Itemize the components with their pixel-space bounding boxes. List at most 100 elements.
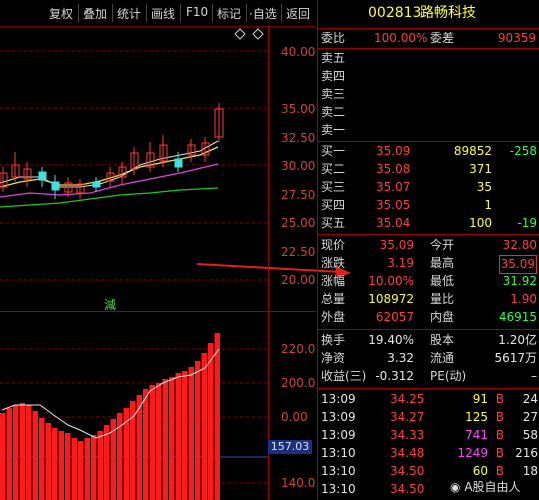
stat-row: 现价 35.09 今开 32.80 xyxy=(318,237,539,254)
tick-price: 34.50 xyxy=(390,464,425,478)
candlesticks xyxy=(0,103,224,199)
volume-bar xyxy=(143,389,149,500)
bid-price: 35.08 xyxy=(376,162,411,176)
volume-bar xyxy=(0,413,6,500)
fundamental-label: PE(动) xyxy=(430,369,467,383)
tick-volume: 125 xyxy=(465,410,488,424)
volume-bar xyxy=(45,423,51,500)
add-watchlist-button[interactable]: ·自选 xyxy=(249,5,277,22)
chart-toolbar: 复权 叠加 统计 画线 F10 标记 ·自选 返回 xyxy=(0,0,316,27)
trade-tick-row: 13:09 34.27 125 B 27 xyxy=(318,409,539,426)
stat-value: 1.90 xyxy=(510,292,537,306)
volume-bar xyxy=(6,408,12,500)
volume-bar xyxy=(169,377,175,500)
diamond-icon[interactable] xyxy=(234,28,246,40)
stat-value: 35.09 xyxy=(379,238,414,252)
stat-row: 外盘 62057 内盘 46915 xyxy=(318,309,539,326)
ask-row[interactable]: 卖二 xyxy=(318,104,539,121)
overlay-button[interactable]: 叠加 xyxy=(83,5,107,22)
volume-bar xyxy=(19,403,25,500)
price-tick: 27.50 xyxy=(281,188,316,202)
price-tick: 30.00 xyxy=(281,159,316,173)
ask-label: 卖一 xyxy=(321,123,346,137)
price-tick: 25.00 xyxy=(281,216,316,230)
tick-time: 13:10 xyxy=(321,464,356,478)
mark-button[interactable]: 标记 xyxy=(217,5,241,22)
volume-bar xyxy=(26,405,32,500)
draw-line-button[interactable]: 画线 xyxy=(151,5,175,22)
price-tick: 22.50 xyxy=(281,245,316,259)
fundamental-value: 5617万 xyxy=(494,351,537,365)
bid-row[interactable]: 买一 35.09 89852 -258 xyxy=(318,143,539,160)
trade-tick-row: 13:09 34.25 91 B 24 xyxy=(318,391,539,408)
stat-value: 108972 xyxy=(368,292,414,306)
tick-price: 34.50 xyxy=(390,482,425,496)
ask-label: 卖三 xyxy=(321,87,346,101)
fundamental-row: 净资 3.32 流通 5617万 xyxy=(318,350,539,367)
bid-volume: 100 xyxy=(469,216,492,230)
volume-bar xyxy=(65,433,71,500)
volume-bar xyxy=(91,435,97,500)
volume-bar xyxy=(78,441,84,500)
tick-volume: 91 xyxy=(472,392,488,406)
back-button[interactable]: 返回 xyxy=(286,5,310,22)
stat-label: 涨跌 xyxy=(321,256,346,270)
volume-chart[interactable] xyxy=(0,313,268,500)
tick-volume: 741 xyxy=(465,428,488,442)
volume-tick: 140.0 xyxy=(281,476,316,490)
tick-side: B xyxy=(495,392,504,406)
tick-side: B xyxy=(495,410,504,424)
stat-value: 32.80 xyxy=(502,238,537,252)
stock-name: 路畅科技 xyxy=(420,5,476,21)
bid-label: 买五 xyxy=(321,216,346,230)
restore-rights-button[interactable]: 复权 xyxy=(49,5,73,22)
ask-row[interactable]: 卖四 xyxy=(318,68,539,85)
quote-panel: 002813 路畅科技 委比 100.00% 委差 90359 卖五 卖四 卖三 卖二… xyxy=(317,0,539,500)
tick-volume: 1249 xyxy=(457,446,488,460)
fundamental-value: 1.20亿 xyxy=(498,333,537,347)
ask-label: 卖四 xyxy=(321,69,346,83)
stat-value: 10.00% xyxy=(368,274,414,288)
stat-label: 总量 xyxy=(321,292,346,306)
bid-volume: 35 xyxy=(476,180,492,194)
bid-row[interactable]: 买二 35.08 371 xyxy=(318,161,539,178)
bid-row[interactable]: 买五 35.04 100 -19 xyxy=(318,215,539,232)
ask-row[interactable]: 卖五 xyxy=(318,50,539,67)
fundamental-label: 收益(三) xyxy=(321,369,367,383)
volume-bar xyxy=(32,411,38,500)
stat-row: 涨幅 10.00% 最低 31.92 xyxy=(318,273,539,290)
stat-row: 总量 108972 量比 1.90 xyxy=(318,291,539,308)
diamond-icon[interactable] xyxy=(252,28,264,40)
volume-bar xyxy=(156,383,162,500)
stat-label: 今开 xyxy=(430,238,455,252)
statistics-button[interactable]: 统计 xyxy=(117,5,141,22)
volume-bar xyxy=(162,379,168,500)
fundamental-label: 流通 xyxy=(430,351,455,365)
bid-volume: 1 xyxy=(484,198,492,212)
volume-bar xyxy=(195,361,201,500)
chart-marker: 減 xyxy=(104,297,116,311)
ask-row[interactable]: 卖一 xyxy=(318,122,539,139)
bid-row[interactable]: 买三 35.07 35 xyxy=(318,179,539,196)
stat-value: 35.09 xyxy=(498,255,537,274)
bid-change: -19 xyxy=(517,216,537,230)
volume-tick: 200.0 xyxy=(281,376,316,390)
volume-current-tag: 157.03 xyxy=(268,440,312,454)
fundamental-row: 换手 19.40% 股本 1.20亿 xyxy=(318,332,539,349)
stat-row: 涨跌 3.19 最高 35.09 xyxy=(318,255,539,274)
volume-bar xyxy=(52,428,58,500)
ask-row[interactable]: 卖三 xyxy=(318,86,539,103)
volume-bar xyxy=(214,333,220,500)
price-tick: 35.00 xyxy=(281,102,316,116)
tick-price: 34.25 xyxy=(390,392,425,406)
f10-button[interactable]: F10 xyxy=(186,5,208,19)
stat-label: 外盘 xyxy=(321,310,346,324)
price-tick: 40.00 xyxy=(281,45,316,59)
fundamental-label: 股本 xyxy=(430,333,455,347)
bid-row[interactable]: 买四 35.05 1 xyxy=(318,197,539,214)
bid-label: 买四 xyxy=(321,198,346,212)
volume-bar xyxy=(104,425,110,500)
fundamental-label: 换手 xyxy=(321,333,346,347)
tick-price: 34.33 xyxy=(390,428,425,442)
price-tick: 20.00 xyxy=(281,273,316,287)
